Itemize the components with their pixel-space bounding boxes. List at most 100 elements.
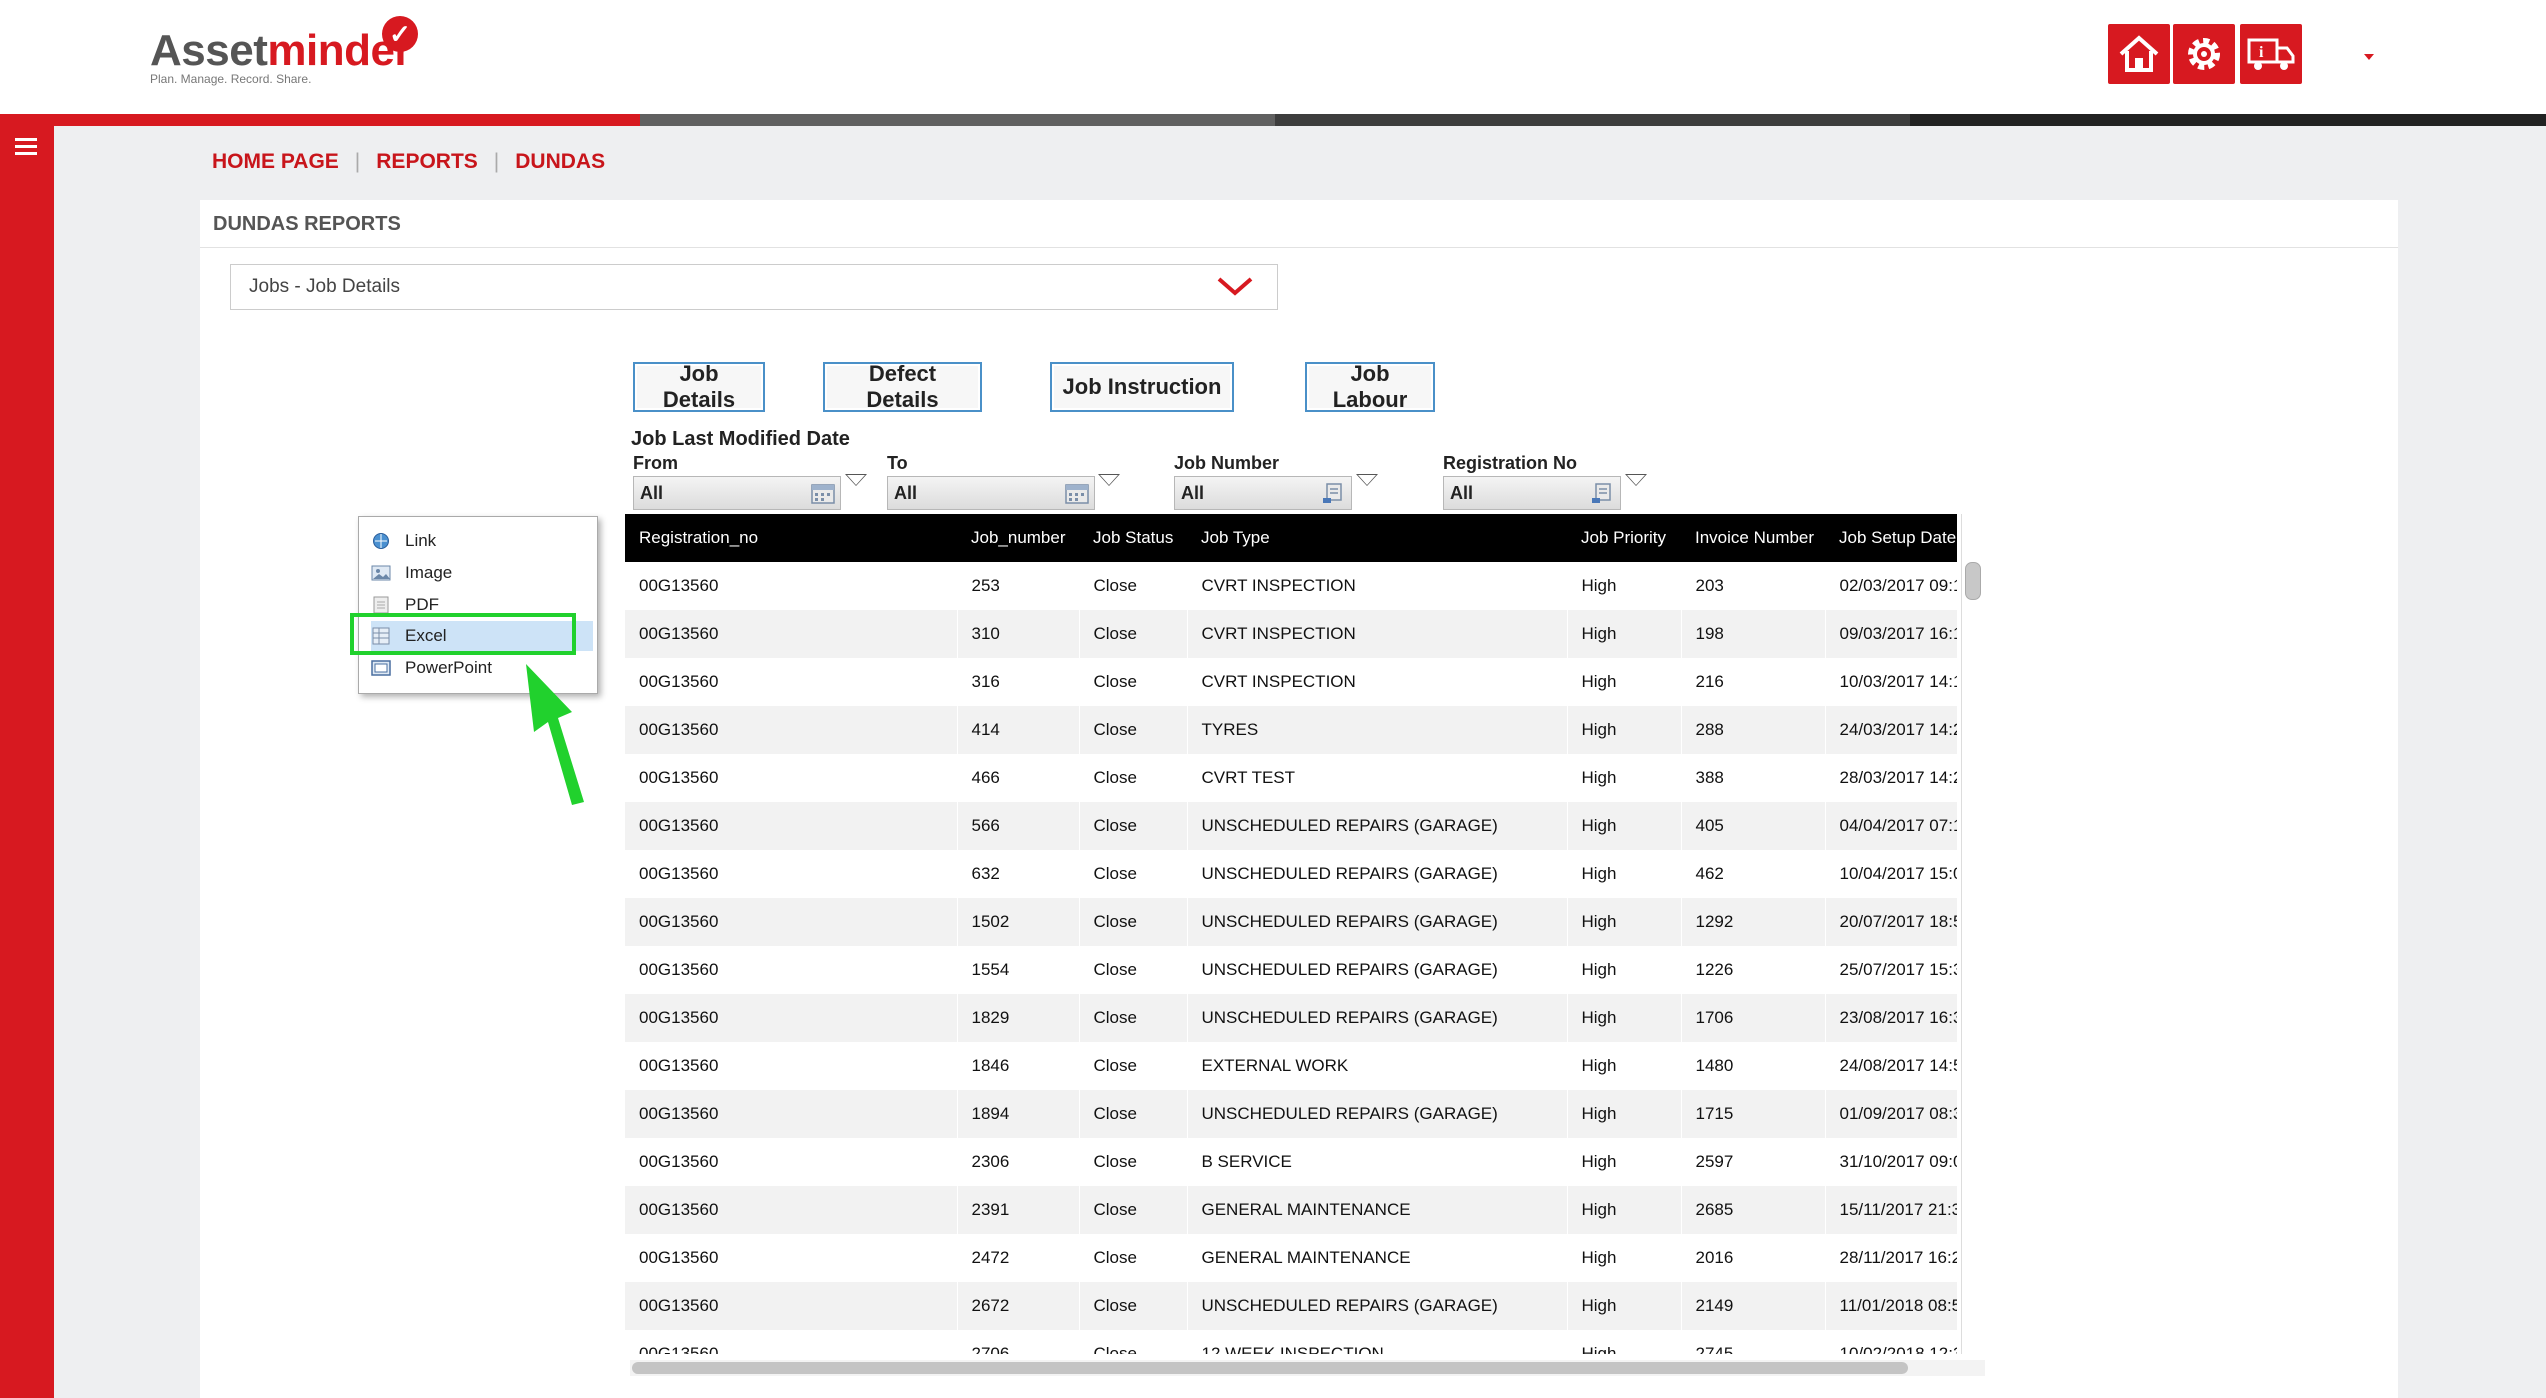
job-number-filter-caret-icon[interactable] xyxy=(1356,474,1378,486)
column-header-job-type[interactable]: Job Type xyxy=(1187,514,1567,562)
cell-job-setup-date: 10/03/2017 14:1 xyxy=(1825,658,1958,706)
cell-job-priority: High xyxy=(1567,946,1682,994)
powerpoint-icon xyxy=(371,660,391,676)
cell-job-priority: High xyxy=(1567,562,1682,610)
table-row[interactable]: 00G13560 316 Close CVRT INSPECTION High 216 10… xyxy=(625,658,1958,706)
breadcrumb-current[interactable]: DUNDAS xyxy=(515,150,605,174)
cell-job-setup-date: 10/04/2017 15:0 xyxy=(1825,850,1958,898)
table-row[interactable]: 00G13560 566 Close UNSCHEDULED REPAIRS (GAR… xyxy=(625,802,1958,850)
job-details-table: Registration_no Job_number Job Status Jo… xyxy=(625,514,1958,1354)
column-header-job-setup-date[interactable]: Job Setup Date xyxy=(1825,514,1957,562)
from-filter-caret-icon[interactable] xyxy=(845,474,867,486)
cell-job-status: Close xyxy=(1079,994,1188,1042)
table-row[interactable]: 00G13560 2306 Close B SERVICE High 2597 31/10/… xyxy=(625,1138,1958,1186)
cell-job-priority: High xyxy=(1567,658,1682,706)
tab-job-instruction[interactable]: Job Instruction xyxy=(1050,362,1234,412)
user-menu-caret-icon[interactable] xyxy=(2364,54,2374,60)
tab-defect-details[interactable]: Defect Details xyxy=(823,361,982,412)
cell-job-priority: High xyxy=(1567,1234,1682,1282)
vehicle-info-icon: i xyxy=(2247,38,2295,70)
job-number-input[interactable]: All xyxy=(1174,476,1352,510)
settings-button[interactable] xyxy=(2173,24,2235,84)
table-row[interactable]: 00G13560 632 Close UNSCHEDULED REPAIRS (GAR… xyxy=(625,850,1958,898)
table-row[interactable]: 00G13560 310 Close CVRT INSPECTION High 198 09… xyxy=(625,610,1958,658)
column-header-registration[interactable]: Registration_no xyxy=(625,514,957,562)
breadcrumb-separator: | xyxy=(354,150,361,173)
tab-job-labour[interactable]: Job Labour xyxy=(1305,361,1435,412)
logo-tagline: Plan. Manage. Record. Share. xyxy=(150,72,312,86)
table-row[interactable]: 00G13560 1829 Close UNSCHEDULED REPAIRS (GA… xyxy=(625,994,1958,1042)
job-number-label: Job Number xyxy=(1174,453,1280,473)
breadcrumb-home[interactable]: HOME PAGE xyxy=(212,150,339,174)
column-header-job-priority[interactable]: Job Priority xyxy=(1567,514,1681,562)
horizontal-scrollbar-thumb[interactable] xyxy=(632,1362,1908,1374)
cell-job-status: Close xyxy=(1079,946,1188,994)
table-row[interactable]: 00G13560 414 Close TYRES High 288 24/03/2017 1… xyxy=(625,706,1958,754)
cell-job-priority: High xyxy=(1567,1186,1682,1234)
cell-job-number: 414 xyxy=(957,706,1080,754)
table-row[interactable]: 00G13560 2672 Close UNSCHEDULED REPAIRS (GA… xyxy=(625,1282,1958,1330)
table-row[interactable]: 00G13560 2391 Close GENERAL MAINTENANCE High… xyxy=(625,1186,1958,1234)
table-row[interactable]: 00G13560 2706 Close 12 WEEK INSPECTION High 2… xyxy=(625,1330,1958,1354)
registration-input[interactable]: All xyxy=(1443,476,1621,510)
calendar-icon[interactable] xyxy=(810,481,836,505)
cell-job-priority: High xyxy=(1567,994,1682,1042)
column-header-invoice-number[interactable]: Invoice Number xyxy=(1681,514,1825,562)
calendar-icon[interactable] xyxy=(1064,481,1090,505)
cell-job-type: CVRT INSPECTION xyxy=(1187,610,1568,658)
cell-registration: 00G13560 xyxy=(625,994,958,1042)
cell-job-type: UNSCHEDULED REPAIRS (GARAGE) xyxy=(1187,898,1568,946)
link-globe-icon xyxy=(373,533,389,549)
cell-job-type: GENERAL MAINTENANCE xyxy=(1187,1234,1568,1282)
cell-invoice-number: 388 xyxy=(1681,754,1826,802)
home-icon xyxy=(2119,35,2159,72)
panel-divider xyxy=(200,247,2398,248)
hamburger-menu-icon[interactable] xyxy=(15,138,37,156)
cell-job-status: Close xyxy=(1079,754,1188,802)
table-row[interactable]: 00G13560 1846 Close EXTERNAL WORK High 1480 24… xyxy=(625,1042,1958,1090)
cell-job-status: Close xyxy=(1079,1138,1188,1186)
cell-registration: 00G13560 xyxy=(625,562,958,610)
table-row[interactable]: 00G13560 1554 Close UNSCHEDULED REPAIRS (GA… xyxy=(625,946,1958,994)
breadcrumb-reports[interactable]: REPORTS xyxy=(376,150,478,174)
cell-invoice-number: 1706 xyxy=(1681,994,1826,1042)
table-row[interactable]: 00G13560 1502 Close UNSCHEDULED REPAIRS (GA… xyxy=(625,898,1958,946)
cell-job-priority: High xyxy=(1567,706,1682,754)
tab-job-details[interactable]: Job Details xyxy=(633,361,765,412)
cell-registration: 00G13560 xyxy=(625,1138,958,1186)
cell-job-status: Close xyxy=(1079,1186,1188,1234)
menu-item-link[interactable]: Link xyxy=(371,527,591,555)
report-select[interactable]: Jobs - Job Details xyxy=(230,264,1278,310)
cell-registration: 00G13560 xyxy=(625,1234,958,1282)
stripe-black xyxy=(1910,114,2546,126)
cell-job-priority: High xyxy=(1567,610,1682,658)
vehicle-info-button[interactable]: i xyxy=(2240,24,2302,84)
cell-registration: 00G13560 xyxy=(625,754,958,802)
chevron-down-icon[interactable] xyxy=(1215,271,1255,301)
to-date-input[interactable]: All xyxy=(887,476,1095,510)
table-row[interactable]: 00G13560 1894 Close UNSCHEDULED REPAIRS (GA… xyxy=(625,1090,1958,1138)
cell-registration: 00G13560 xyxy=(625,1186,958,1234)
filter-list-icon[interactable] xyxy=(1590,481,1616,505)
column-header-job-number[interactable]: Job_number xyxy=(957,514,1079,562)
vertical-scrollbar-thumb[interactable] xyxy=(1965,562,1981,600)
home-button[interactable] xyxy=(2108,24,2170,84)
image-icon xyxy=(371,565,391,581)
menu-item-image[interactable]: Image xyxy=(371,559,591,587)
to-label: To xyxy=(887,453,908,473)
table-row[interactable]: 00G13560 2472 Close GENERAL MAINTENANCE High… xyxy=(625,1234,1958,1282)
from-date-input[interactable]: All xyxy=(633,476,841,510)
svg-text:i: i xyxy=(2259,44,2264,61)
cell-job-number: 2472 xyxy=(957,1234,1080,1282)
cell-job-setup-date: 31/10/2017 09:0 xyxy=(1825,1138,1958,1186)
logo[interactable]: Assetminder xyxy=(150,26,412,76)
registration-filter-caret-icon[interactable] xyxy=(1625,474,1647,486)
column-header-job-status[interactable]: Job Status xyxy=(1079,514,1187,562)
filter-list-icon[interactable] xyxy=(1321,481,1347,505)
table-row[interactable]: 00G13560 253 Close CVRT INSPECTION High 203 02… xyxy=(625,562,1958,610)
table-row[interactable]: 00G13560 466 Close CVRT TEST High 388 28/03/20… xyxy=(625,754,1958,802)
cell-job-type: UNSCHEDULED REPAIRS (GARAGE) xyxy=(1187,946,1568,994)
menu-item-pdf-label: PDF xyxy=(405,595,439,614)
to-filter-caret-icon[interactable] xyxy=(1098,474,1120,486)
cell-job-number: 316 xyxy=(957,658,1080,706)
